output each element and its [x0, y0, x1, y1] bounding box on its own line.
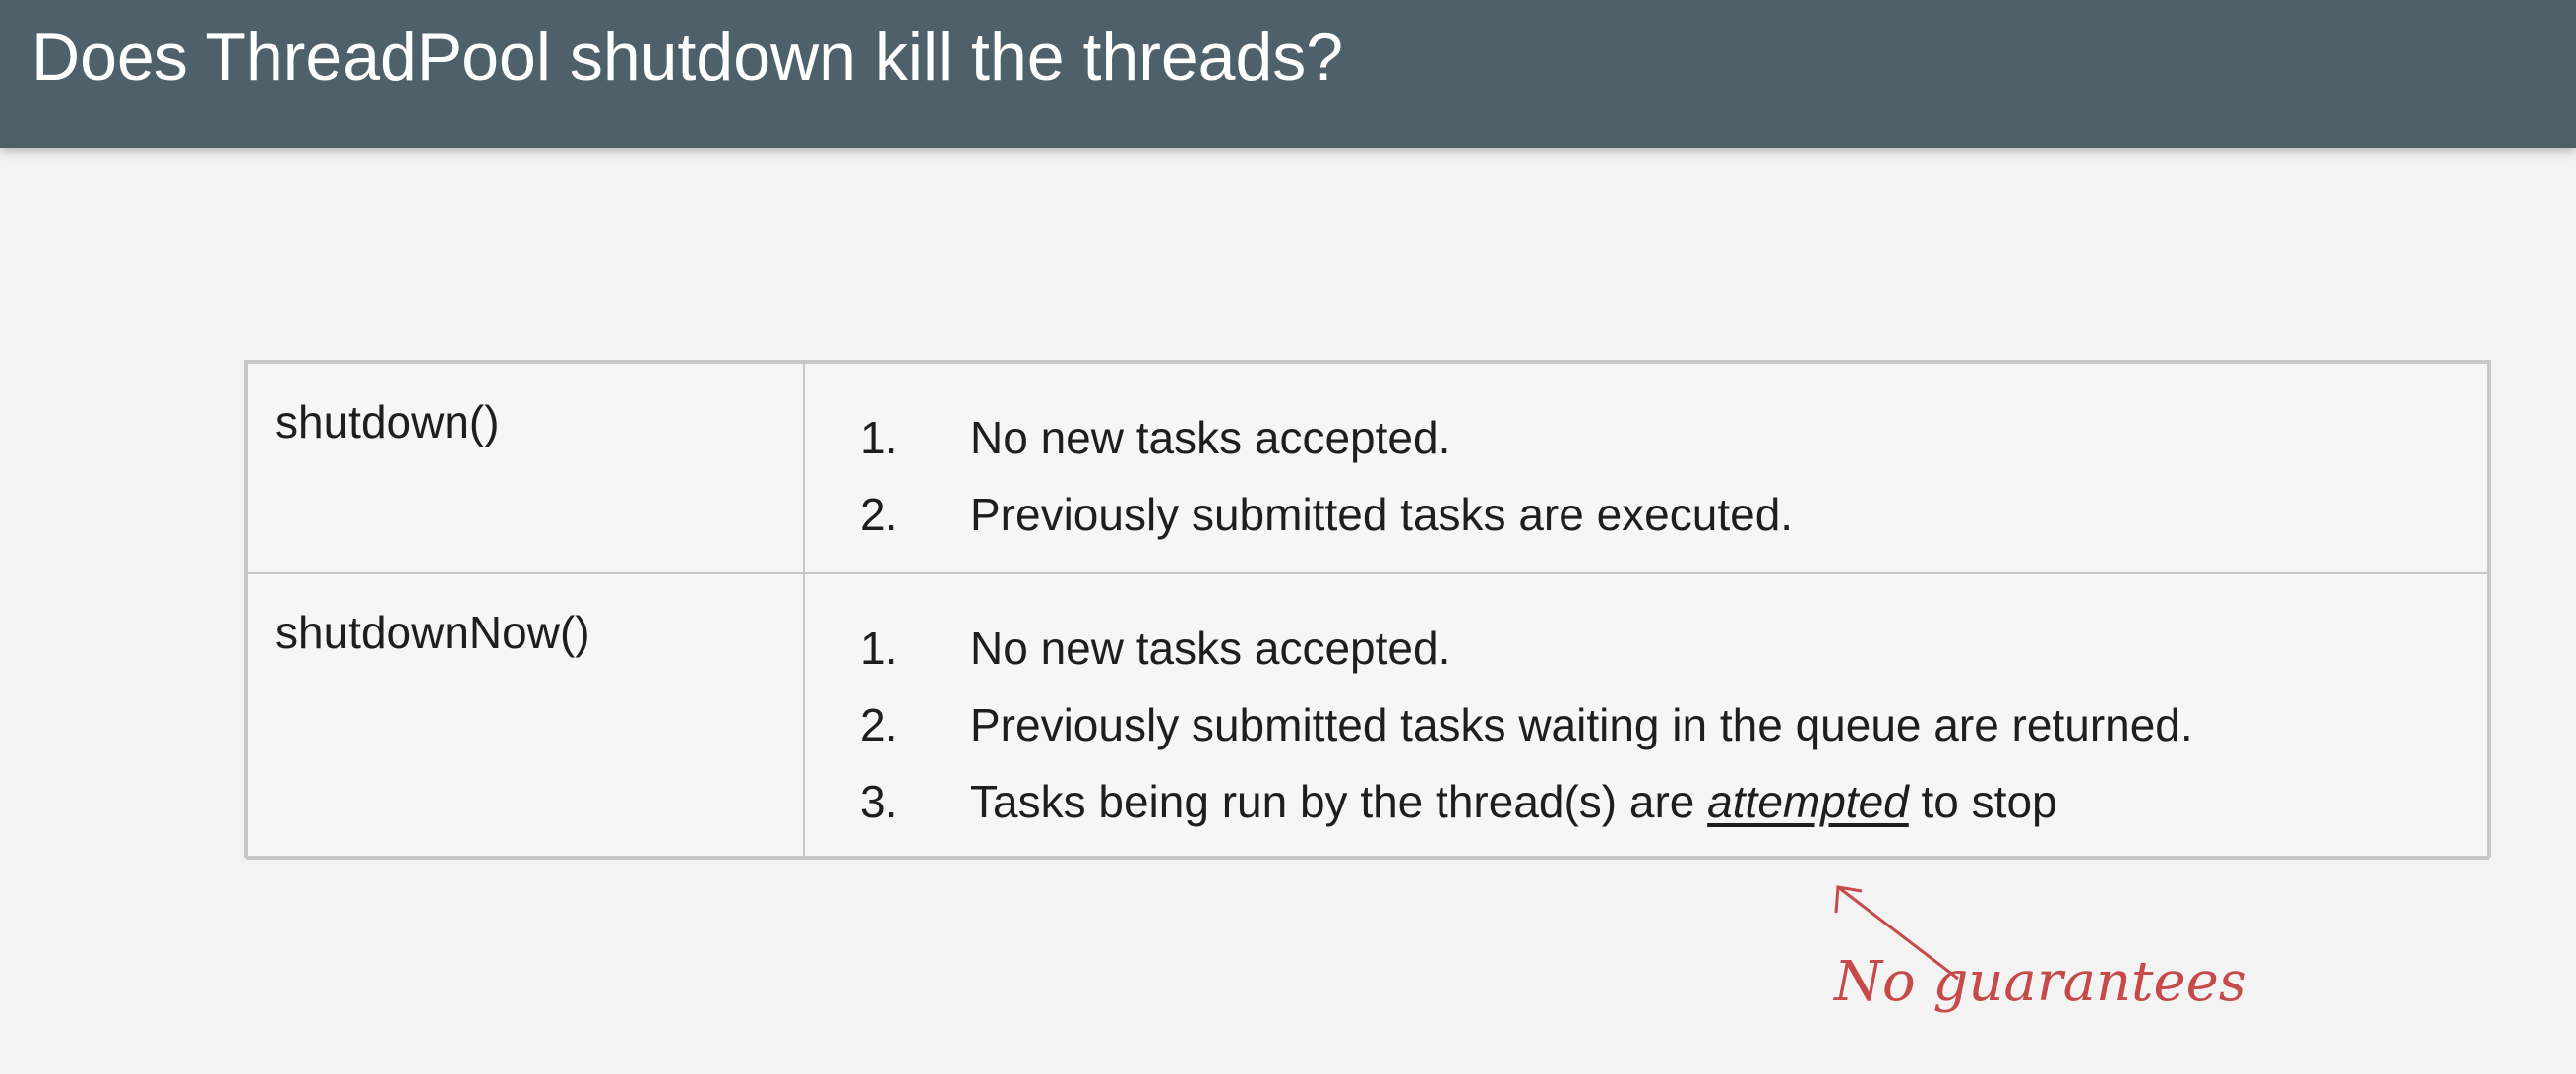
table-row: shutdown() 1. No new tasks accepted. 2. …	[246, 362, 2489, 574]
method-name: shutdownNow()	[276, 607, 590, 658]
list-item-number: 3.	[860, 776, 898, 827]
description-cell: 1. No new tasks accepted. 2. Previously …	[803, 572, 2489, 860]
slide-header: Does ThreadPool shutdown kill the thread…	[0, 0, 2576, 148]
list-item-number: 2.	[860, 489, 898, 540]
list-item-number: 1.	[860, 623, 898, 674]
list-item-text: Previously submitted tasks waiting in th…	[970, 699, 2193, 750]
table-row: shutdownNow() 1. No new tasks accepted. …	[246, 572, 2489, 860]
list-item: 2. Previously submitted tasks waiting in…	[805, 686, 2487, 763]
list-item: 1. No new tasks accepted.	[805, 610, 2487, 686]
text-after-emphasis: to stop	[1908, 776, 2057, 827]
text-before-emphasis: Tasks being run by the thread(s) are	[970, 776, 1708, 827]
list-item-text: No new tasks accepted.	[970, 623, 1451, 674]
list-item-number: 2.	[860, 699, 898, 750]
list-item-text: Tasks being run by the thread(s) are att…	[970, 763, 2057, 840]
method-name: shutdown()	[276, 396, 500, 448]
description-list: 1. No new tasks accepted. 2. Previously …	[805, 574, 2487, 840]
comparison-table: shutdown() 1. No new tasks accepted. 2. …	[244, 360, 2491, 860]
description-list: 1. No new tasks accepted. 2. Previously …	[805, 364, 2487, 553]
annotation-note: No guarantees	[1834, 950, 2247, 1014]
method-cell: shutdownNow()	[246, 572, 805, 860]
description-cell: 1. No new tasks accepted. 2. Previously …	[803, 362, 2489, 574]
list-item: 2. Previously submitted tasks are execut…	[805, 476, 2487, 553]
list-item: 3. Tasks being run by the thread(s) are …	[805, 763, 2487, 840]
emphasized-word: attempted	[1707, 776, 1909, 827]
list-item: 1. No new tasks accepted.	[805, 399, 2487, 476]
method-cell: shutdown()	[246, 362, 805, 574]
list-item-text: Previously submitted tasks are executed.	[970, 489, 1794, 540]
list-item-text: No new tasks accepted.	[970, 412, 1451, 463]
slide-title: Does ThreadPool shutdown kill the thread…	[31, 20, 1344, 94]
comparison-table-grid: shutdown() 1. No new tasks accepted. 2. …	[246, 362, 2489, 860]
list-item-number: 1.	[860, 412, 898, 463]
